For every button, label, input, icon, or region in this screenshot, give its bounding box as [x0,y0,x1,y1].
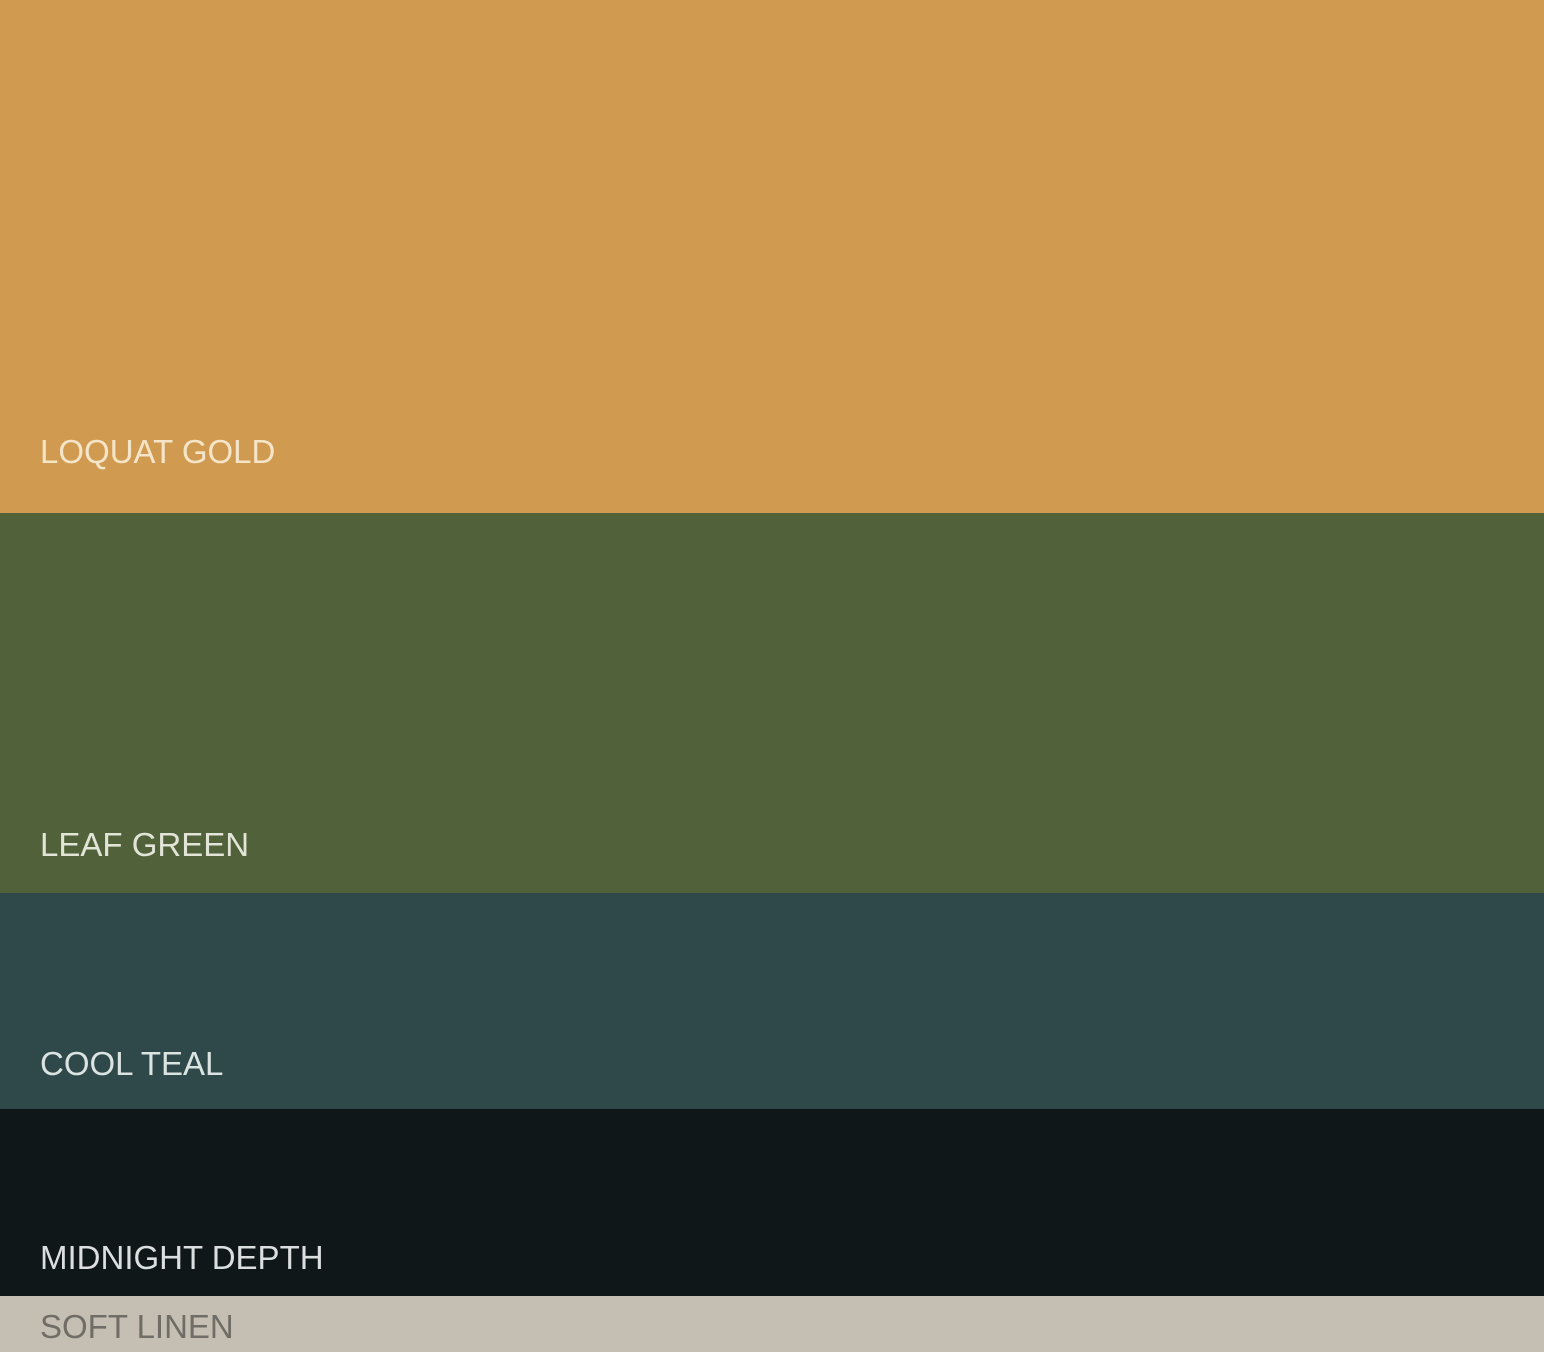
swatch-label: LEAF GREEN [40,826,250,863]
swatch-label: LOQUAT GOLD [40,433,276,470]
swatch-label: MIDNIGHT DEPTH [40,1239,324,1276]
swatch-cool-teal: COOL TEAL [0,893,1544,1109]
swatch-midnight-depth: MIDNIGHT DEPTH [0,1109,1544,1296]
swatch-label: COOL TEAL [40,1045,224,1082]
color-palette: LOQUAT GOLD LEAF GREEN COOL TEAL MIDNIGH… [0,0,1544,1352]
swatch-label: SOFT LINEN [40,1308,234,1345]
swatch-loquat-gold: LOQUAT GOLD [0,0,1544,513]
swatch-soft-linen: SOFT LINEN [0,1296,1544,1352]
swatch-leaf-green: LEAF GREEN [0,513,1544,893]
